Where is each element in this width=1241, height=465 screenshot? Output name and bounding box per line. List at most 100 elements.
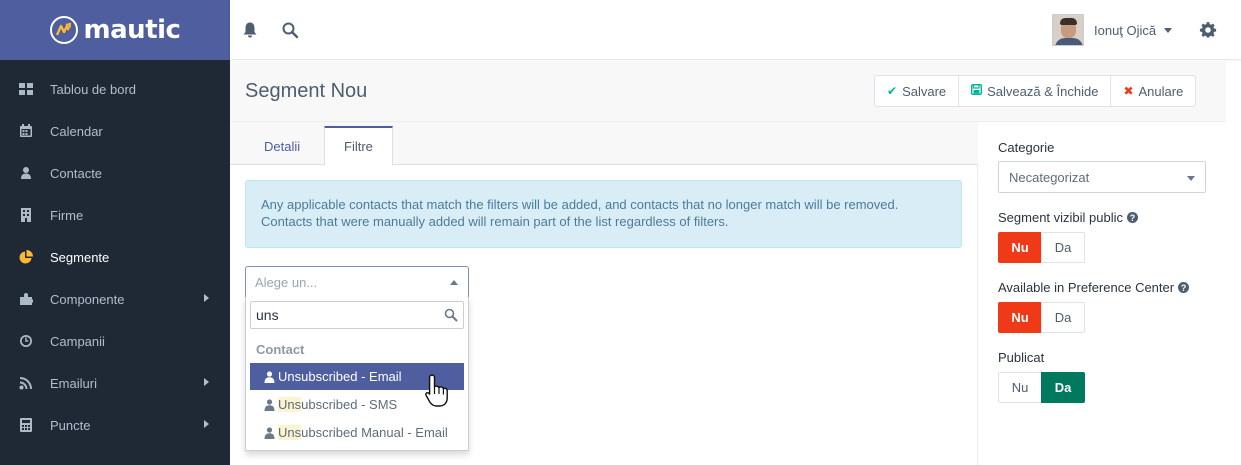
dropdown-group-label: Contact: [256, 342, 305, 357]
close-icon: ✖: [1123, 84, 1134, 98]
search-icon[interactable]: [281, 21, 299, 39]
rss-icon: [19, 376, 33, 390]
search-icon: [444, 308, 458, 322]
right-panel: Categorie Necategorizat Segment vizibil …: [979, 122, 1226, 465]
published-toggle: Nu Da: [998, 372, 1085, 403]
sidebar-item-label: Componente: [50, 291, 125, 307]
sidebar-item-label: Campanii: [50, 333, 105, 349]
filter-search-value: uns: [256, 307, 279, 323]
caret-down-icon: [1187, 176, 1195, 181]
pie-chart-icon: [19, 250, 33, 264]
option-match: Uns: [278, 397, 302, 412]
puzzle-icon: [19, 292, 33, 306]
public-toggle: Nu Da: [998, 232, 1085, 263]
sidebar-item-calendar[interactable]: Calendar: [0, 110, 230, 152]
category-select[interactable]: Necategorizat: [998, 161, 1206, 193]
tab-details[interactable]: Detalii: [245, 126, 319, 166]
user-icon: [264, 370, 275, 383]
option-match: Uns: [278, 425, 302, 440]
option-match: Uns: [278, 369, 302, 384]
avatar: [1052, 14, 1084, 46]
public-yes-button[interactable]: Da: [1041, 232, 1085, 263]
mautic-logo-icon: [49, 16, 78, 44]
published-yes-button[interactable]: Da: [1041, 372, 1085, 403]
clock-icon: [19, 334, 33, 348]
user-icon: [264, 426, 275, 439]
public-label: Segment vizibil public ?: [998, 210, 1139, 225]
save-button-label: Salvare: [902, 83, 947, 99]
sidebar-item-label: Tablou de bord: [50, 81, 137, 97]
pref-center-label: Available in Preference Center ?: [998, 280, 1190, 295]
pref-center-no-button[interactable]: Nu: [998, 302, 1042, 333]
sidebar-item-label: Puncte: [50, 417, 91, 433]
sidebar-item-emails[interactable]: Emailuri: [0, 362, 230, 404]
page-header: Segment Nou ✔ Salvare Salvează & Închide…: [230, 61, 1226, 122]
category-value: Necategorizat: [1009, 169, 1090, 185]
floppy-disk-icon: [971, 83, 983, 98]
gear-icon[interactable]: [1199, 21, 1217, 39]
filter-search-input[interactable]: uns: [250, 301, 464, 329]
user-menu[interactable]: Ionuţ Ojică: [1052, 13, 1173, 47]
pref-center-label-text: Available in Preference Center: [998, 280, 1175, 295]
check-icon: ✔: [887, 84, 898, 98]
header-button-group: ✔ Salvare Salvează & Închide ✖ Anulare: [874, 75, 1197, 107]
user-icon: [19, 166, 33, 180]
dashboard-icon: [19, 82, 33, 96]
top-bar: Ionuţ Ojică: [230, 0, 1241, 60]
sidebar-item-campaigns[interactable]: Campanii: [0, 320, 230, 362]
scrollbar[interactable]: [1226, 61, 1241, 465]
sidebar-item-dashboard[interactable]: Tablou de bord: [0, 68, 230, 110]
filter-select[interactable]: Alege un...: [245, 266, 469, 298]
sidebar-item-components[interactable]: Componente: [0, 278, 230, 320]
category-label: Categorie: [998, 140, 1055, 155]
option-label: ubscribed - Email: [301, 369, 402, 384]
tab-bar: Detalii Filtre: [230, 122, 978, 166]
chevron-right-icon: [204, 420, 209, 428]
calculator-icon: [19, 418, 33, 432]
filter-select-placeholder: Alege un...: [255, 274, 318, 290]
pref-center-toggle: Nu Da: [998, 302, 1085, 333]
hand-pointer-icon: [425, 374, 448, 407]
question-circle-icon[interactable]: ?: [1127, 212, 1139, 223]
sidebar-item-contacts[interactable]: Contacte: [0, 152, 230, 194]
caret-up-icon: [450, 280, 458, 285]
sidebar-nav: Tablou de bord Calendar Contacte Firme S…: [0, 60, 230, 446]
chevron-right-icon: [204, 378, 209, 386]
caret-down-icon: [1164, 27, 1173, 33]
building-icon: [19, 208, 33, 222]
dropdown-option-unsubscribed-manual-email[interactable]: Uns ubscribed Manual - Email: [250, 419, 464, 446]
option-label: ubscribed - SMS: [301, 397, 398, 412]
sidebar-item-label: Contacte: [50, 165, 103, 181]
option-label: ubscribed Manual - Email: [301, 425, 448, 440]
sidebar: mautic Tablou de bord Calendar Contacte …: [0, 0, 230, 465]
sidebar-item-label: Segmente: [50, 249, 110, 265]
sidebar-item-companies[interactable]: Firme: [0, 194, 230, 236]
public-label-text: Segment vizibil public: [998, 210, 1124, 225]
sidebar-item-points[interactable]: Puncte: [0, 404, 230, 446]
tab-filters[interactable]: Filtre: [324, 126, 393, 166]
brand-logo[interactable]: mautic: [0, 0, 230, 60]
brand-name: mautic: [83, 15, 181, 45]
user-name: Ionuţ Ojică: [1094, 22, 1157, 38]
user-icon: [264, 398, 275, 411]
sidebar-item-label: Firme: [50, 207, 84, 223]
sidebar-item-label: Emailuri: [50, 375, 97, 391]
published-no-button[interactable]: Nu: [998, 372, 1042, 403]
cancel-button-label: Anulare: [1138, 83, 1184, 99]
save-button[interactable]: ✔ Salvare: [874, 75, 960, 107]
cancel-button[interactable]: ✖ Anulare: [1110, 75, 1197, 107]
save-and-close-button-label: Salvează & Închide: [987, 83, 1099, 99]
page-title: Segment Nou: [245, 80, 368, 102]
bell-icon[interactable]: [241, 21, 259, 39]
published-label: Publicat: [998, 350, 1045, 365]
question-circle-icon[interactable]: ?: [1178, 282, 1190, 293]
save-and-close-button[interactable]: Salvează & Închide: [958, 75, 1112, 107]
pref-center-yes-button[interactable]: Da: [1041, 302, 1085, 333]
sidebar-item-label: Calendar: [50, 123, 103, 139]
sidebar-item-segments[interactable]: Segmente: [0, 236, 230, 278]
main-content: Detalii Filtre Any applicable contacts t…: [230, 122, 978, 465]
chevron-right-icon: [204, 294, 209, 302]
info-alert: Any applicable contacts that match the f…: [245, 180, 962, 248]
public-no-button[interactable]: Nu: [998, 232, 1042, 263]
calendar-icon: [19, 124, 33, 138]
